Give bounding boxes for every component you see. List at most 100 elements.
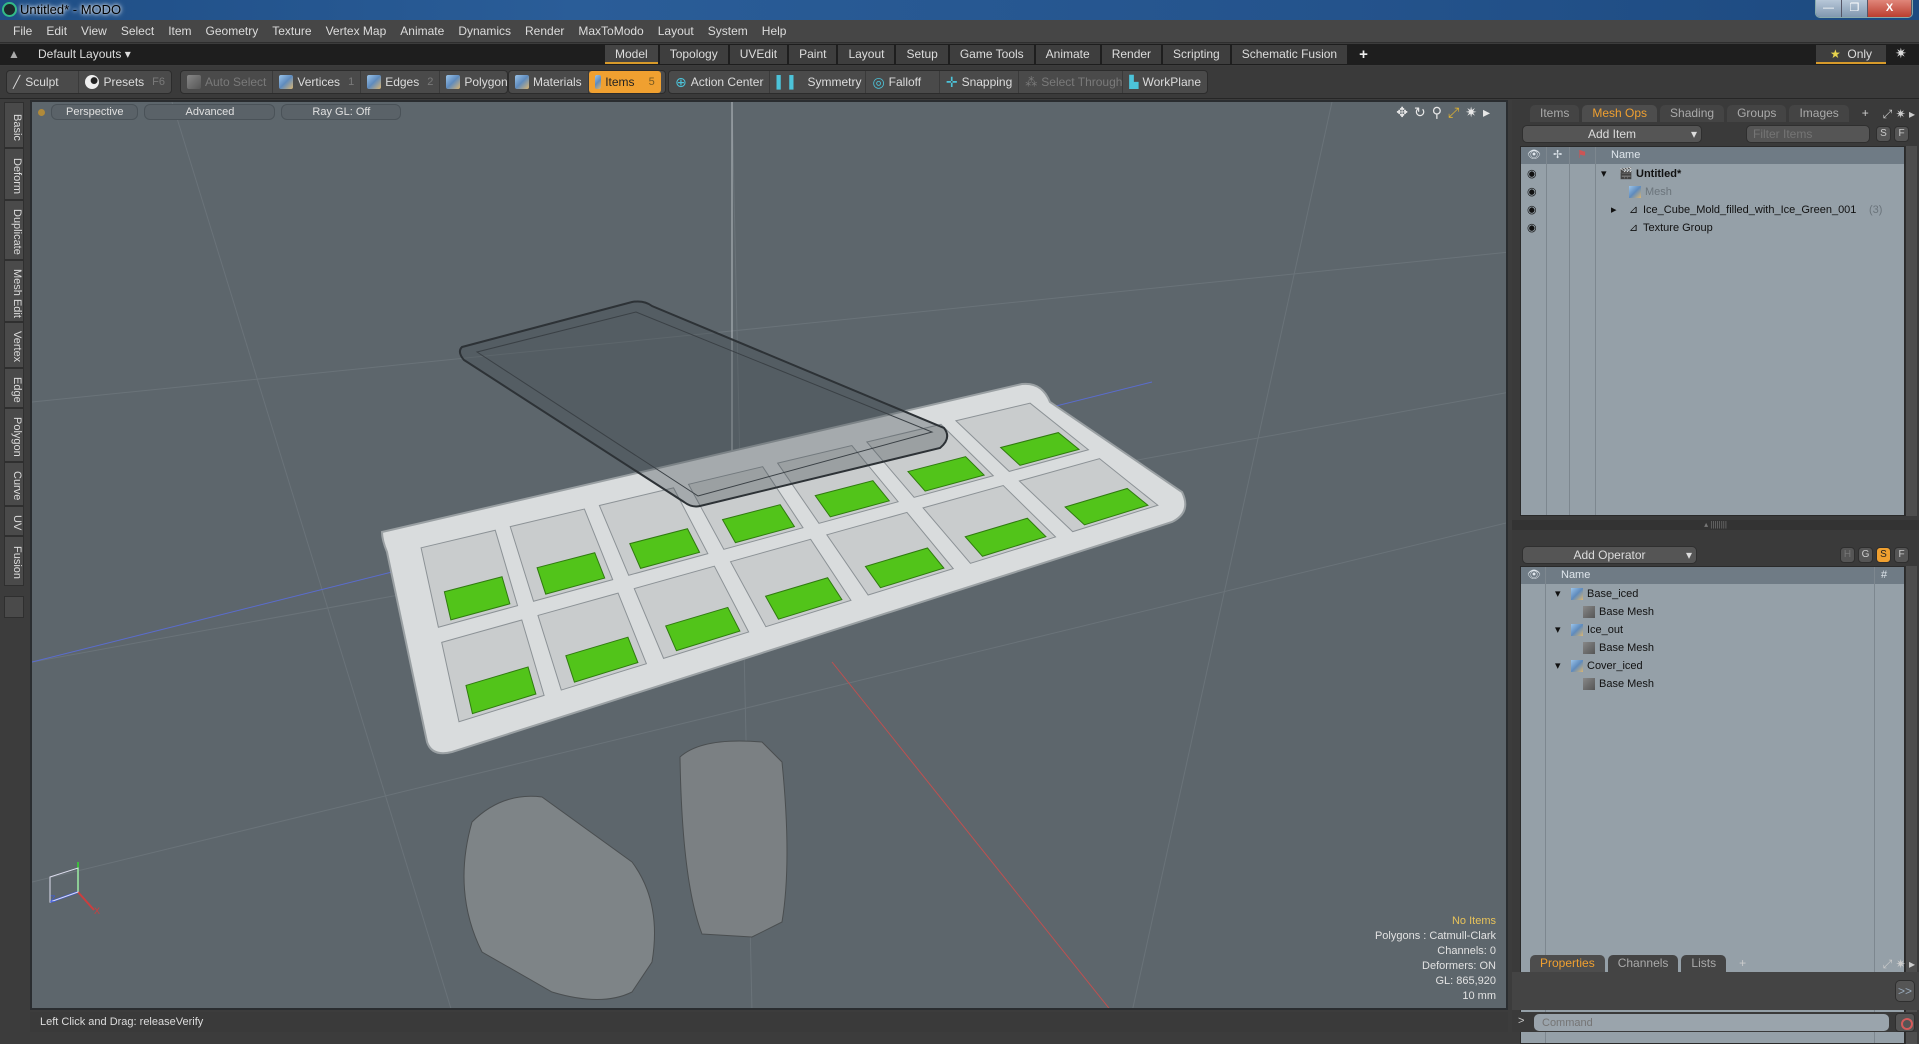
menu-vertex-map[interactable]: Vertex Map [326,24,387,38]
materials-button[interactable]: Materials [509,71,589,93]
meshop-row[interactable]: ▾ Ice_out [1521,621,1904,639]
only-filter-button[interactable]: ★ Only [1816,45,1886,64]
edges-button[interactable]: Edges 2 [361,71,441,93]
tab-items[interactable]: Items [1530,105,1580,122]
left-tab-extra[interactable] [4,596,24,618]
workplane-button[interactable]: ▙ WorkPlane [1123,71,1207,93]
left-tab-curve[interactable]: Curve [4,462,24,506]
tab-lists[interactable]: Lists [1681,955,1727,972]
tab-groups[interactable]: Groups [1727,105,1787,122]
tab-mesh-ops[interactable]: Mesh Ops [1582,105,1658,122]
tree-row-scene[interactable]: ◉ ▾ 🎬 Untitled* [1521,165,1904,183]
left-tab-polygon[interactable]: Polygon [4,408,24,462]
viewport-status-dot[interactable] [38,108,45,116]
visibility-eye-icon[interactable]: ◉ [1527,165,1537,183]
meshop-row[interactable]: ▾ Base_iced [1521,585,1904,603]
visibility-eye-icon[interactable]: ◉ [1527,219,1537,237]
viewport-menu-arrow-icon[interactable]: ▸ [1483,104,1490,121]
snapping-button[interactable]: ✛ Snapping [940,71,1020,93]
panel-options-icons[interactable]: ⤢ ✷ ▸ [1883,107,1915,122]
items-button[interactable]: Items 5 [588,71,661,93]
record-macro-button[interactable] [1895,1013,1915,1032]
add-panel-tab-button[interactable]: + [1852,105,1879,122]
menu-system[interactable]: System [708,24,748,38]
collapse-icon[interactable]: ▾ [1555,621,1561,639]
raygl-dropdown[interactable]: Ray GL: Off [281,104,402,120]
tab-paint[interactable]: Paint [789,45,837,64]
filter-items-input[interactable] [1746,125,1870,143]
menu-help[interactable]: Help [762,24,787,38]
tab-game-tools[interactable]: Game Tools [949,45,1034,64]
menu-render[interactable]: Render [525,24,564,38]
perspective-dropdown[interactable]: Perspective [51,104,139,120]
menu-animate[interactable]: Animate [400,24,444,38]
tab-layout[interactable]: Layout [838,45,895,64]
left-tab-mesh-edit[interactable]: Mesh Edit [4,260,24,322]
collapse-icon[interactable]: ▾ [1555,585,1561,603]
menu-texture[interactable]: Texture [272,24,311,38]
f-toggle[interactable]: F [1894,126,1909,142]
collapse-icon[interactable]: ▾ [1555,657,1561,675]
tree-row-group[interactable]: ◉ ▸ ⊿ Ice_Cube_Mold_filled_with_Ice_Gree… [1521,201,1904,219]
visibility-eye-icon[interactable]: ◉ [1527,201,1537,219]
action-center-button[interactable]: ⊕ Action Center [669,71,771,93]
tab-setup[interactable]: Setup [896,45,948,64]
left-tab-deform[interactable]: Deform [4,148,24,200]
gear-icon[interactable]: ✷ [1895,45,1907,62]
minimize-button[interactable]: — [1816,0,1842,17]
add-properties-tab-button[interactable]: + [1729,955,1756,972]
menu-file[interactable]: File [13,24,32,38]
tab-render[interactable]: Render [1101,45,1162,64]
select-through-button[interactable]: ⁂ Select Through [1019,71,1124,93]
items-scrollbar[interactable] [1905,146,1917,516]
viewport-gear-icon[interactable]: ✷ [1465,104,1477,121]
tab-model[interactable]: Model [605,45,658,64]
tab-uvedit[interactable]: UVEdit [729,45,788,64]
meshop-row[interactable]: Base Mesh [1521,639,1904,657]
menu-view[interactable]: View [81,24,107,38]
expand-icon[interactable]: ▾ [1601,165,1607,183]
presets-button[interactable]: Presets F6 [79,71,171,93]
symmetry-button[interactable]: ▌▐ Symmetry [770,71,867,93]
tab-channels[interactable]: Channels [1607,955,1679,972]
left-tab-duplicate[interactable]: Duplicate [4,200,24,260]
menu-dynamics[interactable]: Dynamics [458,24,511,38]
rotate-icon[interactable]: ↻ [1414,104,1426,121]
tab-scripting[interactable]: Scripting [1163,45,1230,64]
3d-viewport[interactable]: Z X Perspective Advanced Ray GL: Off ✥ ↻… [30,100,1508,1010]
tab-animate[interactable]: Animate [1035,45,1100,64]
meshop-row[interactable]: ▾ Cover_iced [1521,657,1904,675]
falloff-button[interactable]: ◎ Falloff [866,71,940,93]
menu-layout[interactable]: Layout [658,24,694,38]
menu-select[interactable]: Select [121,24,154,38]
tab-schematic-fusion[interactable]: Schematic Fusion [1231,45,1348,64]
vertices-button[interactable]: Vertices 1 [273,71,362,93]
h-toggle[interactable]: H [1840,547,1855,563]
tab-topology[interactable]: Topology [659,45,728,64]
tab-images[interactable]: Images [1789,105,1849,122]
properties-options-icons[interactable]: ⤢ ✷ ▸ [1883,957,1915,972]
expand-properties-button[interactable]: >> [1895,980,1915,1002]
add-operator-dropdown-icon[interactable]: ▾ [1686,547,1692,563]
add-item-dropdown-icon[interactable]: ▾ [1691,126,1697,142]
meshop-row[interactable]: Base Mesh [1521,603,1904,621]
s-toggle[interactable]: S [1876,126,1891,142]
pan-icon[interactable]: ✥ [1396,104,1408,121]
zoom-icon[interactable]: ⚲ [1432,104,1442,121]
expand-right-icon[interactable]: ▸ [1611,201,1617,219]
visibility-eye-icon[interactable]: ◉ [1527,183,1537,201]
add-tab-button[interactable]: + [1349,45,1378,64]
left-tab-uv[interactable]: UV [4,506,24,536]
tree-row-mesh[interactable]: ◉ Mesh [1521,183,1904,201]
menu-maxtomodo[interactable]: MaxToModo [578,24,643,38]
shading-dropdown[interactable]: Advanced [144,104,276,120]
tab-properties[interactable]: Properties [1530,955,1605,972]
left-tab-edge[interactable]: Edge [4,368,24,408]
add-operator-button[interactable]: Add Operator ▾ [1522,546,1697,564]
left-tab-vertex[interactable]: Vertex [4,322,24,368]
add-item-button[interactable]: Add Item ▾ [1522,125,1702,143]
default-layouts-dropdown[interactable]: Default Layouts ▾ [38,47,131,61]
tree-row-texture-group[interactable]: ◉ ⊿ Texture Group [1521,219,1904,237]
f-toggle[interactable]: F [1894,547,1909,563]
command-input[interactable] [1534,1014,1889,1031]
